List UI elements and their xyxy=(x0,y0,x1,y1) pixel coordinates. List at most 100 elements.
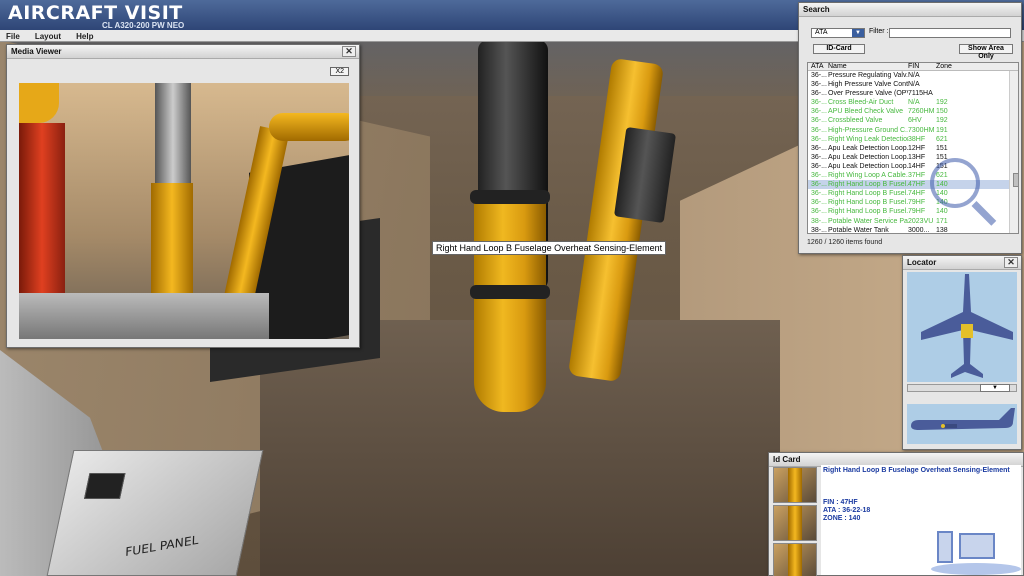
component-photo xyxy=(19,83,349,339)
list-item[interactable]: 36-... Apu Leak Detection Loop... 13HF 151 xyxy=(808,153,1018,162)
aircraft-top-view[interactable] xyxy=(907,272,1017,382)
cell-ata: 36-... xyxy=(811,153,827,161)
list-item[interactable]: 36-... Pressure Regulating Valv... N/A xyxy=(808,71,1018,80)
cell-zone: 140 xyxy=(936,208,948,216)
col-ata[interactable]: ATA xyxy=(808,63,828,70)
cell-fin: 7115HA xyxy=(908,90,933,98)
component-zone: ZONE : 140 xyxy=(823,515,861,522)
cell-zone: 192 xyxy=(936,99,948,107)
cell-zone: 138 xyxy=(936,226,948,234)
cell-name: Apu Leak Detection Loop... xyxy=(828,153,908,161)
list-item[interactable]: 36-... Right Wing Leak Detection... 38HF 62… xyxy=(808,135,1018,144)
col-name[interactable]: Name xyxy=(828,63,908,70)
menu-layout[interactable]: Layout xyxy=(29,31,67,43)
cell-zone xyxy=(936,89,956,98)
filter-label: Filter : xyxy=(869,28,889,35)
aircraft-side-icon xyxy=(911,408,1015,430)
search-title[interactable]: Search xyxy=(799,3,1021,17)
cell-zone: 150 xyxy=(936,108,948,116)
cell-ata: 36-... xyxy=(811,172,827,180)
cell-fin: N/A xyxy=(908,81,920,89)
cell-name: Cross Bleed-Air Duct xyxy=(828,99,894,107)
list-item[interactable]: 36-... Right Hand Loop B Fusel... 47HF 140 xyxy=(808,180,1018,190)
id-card-title-text: Id Card xyxy=(773,455,801,464)
cell-name: Potable Water Tank xyxy=(828,226,889,234)
list-item[interactable]: 36-... Apu Leak Detection Loop... 12HF 151 xyxy=(808,144,1018,153)
cell-zone xyxy=(936,71,956,80)
cell-ata: 36-... xyxy=(811,117,827,125)
cell-name: Right Hand Loop B Fusel... xyxy=(828,208,908,216)
close-icon[interactable]: ✕ xyxy=(342,46,356,57)
col-zone[interactable]: Zone xyxy=(936,63,956,70)
component-ata: ATA : 36-22-18 xyxy=(823,507,871,514)
cell-name: Right Hand Loop B Fusel... xyxy=(828,190,908,198)
cell-ata: 36-... xyxy=(811,72,827,79)
filter-input[interactable] xyxy=(889,28,1011,38)
chevron-down-icon[interactable]: ▼ xyxy=(852,29,864,37)
results-list[interactable]: ATA Name FIN Zone 36-... Pressure Regulat… xyxy=(807,62,1019,234)
cell-fin: 7260HM xyxy=(908,108,935,116)
cell-ata: 36-... xyxy=(811,181,827,189)
cell-fin: 79HF xyxy=(908,208,926,216)
cell-zone: 192 xyxy=(936,117,948,125)
list-item[interactable]: 36-... High-Pressure Ground C... 7300HM 191 xyxy=(808,126,1018,135)
cell-name: Right Hand Loop B Fusel... xyxy=(828,181,908,189)
cell-fin: N/A xyxy=(908,99,920,107)
list-item[interactable]: 36-... Over Pressure Valve (OPV) 7115HA xyxy=(808,89,1018,98)
media-viewer-title[interactable]: Media Viewer ✕ xyxy=(7,45,359,59)
chevron-down-icon[interactable]: ▼ xyxy=(980,384,1010,392)
insulated-duct-left[interactable] xyxy=(474,200,546,412)
locator-title-text: Locator xyxy=(907,258,937,267)
fuel-panel[interactable]: FUEL PANEL xyxy=(46,450,264,576)
zoom-x2-button[interactable]: X2 xyxy=(330,67,349,76)
cell-fin: 2023VU xyxy=(908,217,934,225)
aircraft-side-view[interactable] xyxy=(907,404,1017,444)
cell-ata: 38-... xyxy=(811,217,827,225)
locator-title[interactable]: Locator ✕ xyxy=(903,256,1021,270)
close-icon[interactable]: ✕ xyxy=(1004,257,1018,268)
cell-ata: 36-... xyxy=(811,144,827,152)
cell-ata: 36-... xyxy=(811,81,827,89)
list-item[interactable]: 36-... Crossbleed Valve 6HV 192 xyxy=(808,116,1018,125)
col-fin[interactable]: FIN xyxy=(908,63,936,70)
list-item[interactable]: 36-... Right Hand Loop B Fusel... 74HF 140 xyxy=(808,189,1018,198)
cell-fin: 6HV xyxy=(908,117,922,125)
cell-zone xyxy=(936,80,956,89)
cell-name: High-Pressure Ground C... xyxy=(828,126,908,134)
photo-thumbnails xyxy=(771,465,819,576)
view-slider[interactable]: ▼ xyxy=(907,384,1017,392)
list-header: ATA Name FIN Zone xyxy=(808,63,1018,71)
photo-thumbnail[interactable] xyxy=(773,505,817,541)
photo-thumbnail[interactable] xyxy=(773,467,817,503)
list-item[interactable]: 36-... APU Bleed Check Valve 7260HM 150 xyxy=(808,107,1018,116)
component-name: Right Hand Loop B Fuselage Overheat Sens… xyxy=(823,467,1010,474)
cell-name: Crossbleed Valve xyxy=(828,117,883,125)
cell-zone: 151 xyxy=(936,144,948,152)
list-item[interactable]: 38-... Potable Water Tank 3000... 138 xyxy=(808,226,1018,234)
cell-name: Pressure Regulating Valv... xyxy=(828,72,908,79)
list-scrollbar[interactable] xyxy=(1009,71,1018,233)
menu-file[interactable]: File xyxy=(0,31,26,43)
photo-thumbnail[interactable] xyxy=(773,543,817,576)
list-item[interactable]: 36-... Apu Leak Detection Loop... 14HF 151 xyxy=(808,162,1018,171)
menu-help[interactable]: Help xyxy=(70,31,99,43)
id-card-button[interactable]: ID-Card xyxy=(813,44,865,54)
component-tooltip: Right Hand Loop B Fuselage Overheat Sens… xyxy=(432,241,667,255)
list-item[interactable]: 36-... Cross Bleed-Air Duct N/A 192 xyxy=(808,98,1018,107)
list-item[interactable]: 36-... Right Wing Loop A Cable... 37HF 621 xyxy=(808,171,1018,180)
id-card-details: Right Hand Loop B Fuselage Overheat Sens… xyxy=(821,465,1021,575)
cell-ata: 38-... xyxy=(811,226,827,234)
search-title-text: Search xyxy=(803,5,830,14)
computer-icon xyxy=(931,525,1021,575)
list-item[interactable]: 36-... Right Hand Loop B Fusel... 79HF 140 xyxy=(808,198,1018,207)
cell-zone: 191 xyxy=(936,126,948,134)
ata-select[interactable]: ATA ▼ xyxy=(811,28,865,38)
list-item[interactable]: 36-... High Pressure Valve Cont... N/A xyxy=(808,80,1018,89)
cell-name: Over Pressure Valve (OPV) xyxy=(828,90,908,98)
cell-fin: 14HF xyxy=(908,162,926,170)
id-card-window: Id Card Right Hand Loop B Fuselage Overh… xyxy=(768,452,1024,576)
scroll-thumb[interactable] xyxy=(1013,173,1018,187)
cell-fin: 12HF xyxy=(908,144,926,152)
cell-fin: N/A xyxy=(908,72,920,79)
show-area-only-button[interactable]: Show Area Only xyxy=(959,44,1013,60)
